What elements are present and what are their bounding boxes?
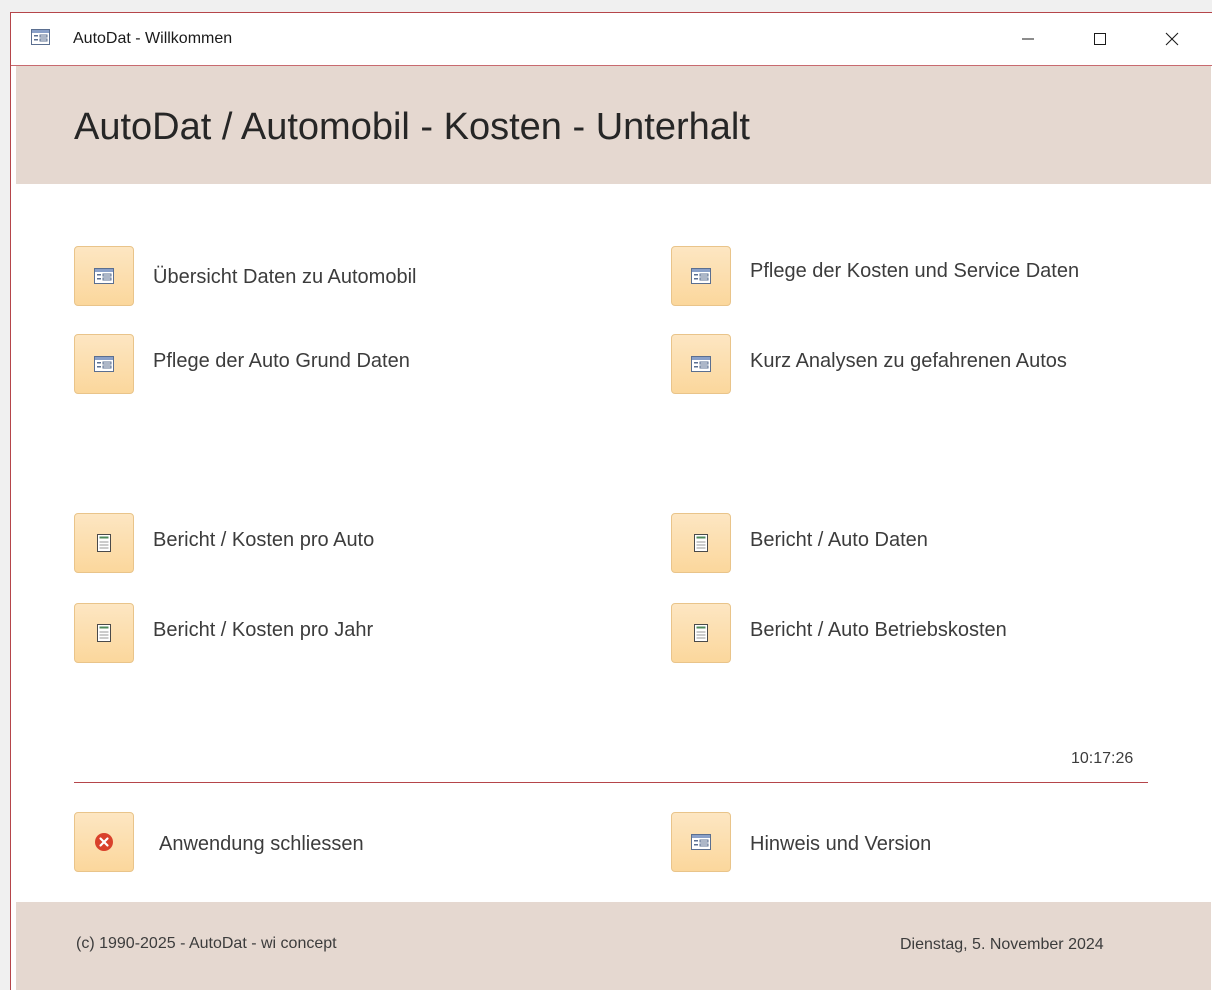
hinweis-label[interactable]: Hinweis und Version (750, 833, 931, 856)
report-icon (694, 534, 708, 552)
bericht-kosten-auto-label[interactable]: Bericht / Kosten pro Auto (153, 529, 374, 552)
header-band: AutoDat / Automobil - Kosten - Unterhalt (16, 66, 1211, 184)
kurz-analysen-button[interactable] (671, 334, 731, 394)
form-icon (691, 268, 711, 284)
close-app-button[interactable] (74, 812, 134, 872)
hinweis-button[interactable] (671, 812, 731, 872)
close-icon (1165, 32, 1179, 46)
bericht-kosten-jahr-button[interactable] (74, 603, 134, 663)
page-title: AutoDat / Automobil - Kosten - Unterhalt (74, 106, 750, 148)
form-icon (31, 29, 50, 45)
maximize-button[interactable] (1077, 19, 1123, 59)
close-circle-icon (95, 833, 113, 851)
form-icon (691, 356, 711, 372)
maximize-icon (1094, 33, 1106, 45)
copyright-text: (c) 1990-2025 - AutoDat - wi concept (76, 935, 337, 952)
report-icon (97, 534, 111, 552)
uebersicht-button[interactable] (74, 246, 134, 306)
footer-band: (c) 1990-2025 - AutoDat - wi concept Die… (16, 902, 1211, 990)
pflege-auto-button[interactable] (74, 334, 134, 394)
minimize-icon (1022, 38, 1034, 40)
form-icon (94, 356, 114, 372)
uebersicht-label[interactable]: Übersicht Daten zu Automobil (153, 266, 416, 289)
kurz-analysen-label[interactable]: Kurz Analysen zu gefahrenen Autos (750, 350, 1067, 373)
bericht-auto-daten-button[interactable] (671, 513, 731, 573)
close-app-label[interactable]: Anwendung schliessen (159, 833, 364, 856)
form-icon (691, 834, 711, 850)
bericht-betriebskosten-label[interactable]: Bericht / Auto Betriebskosten (750, 619, 1007, 642)
form-icon (94, 268, 114, 284)
app-window: AutoDat - Willkommen AutoDat / Automobil… (10, 12, 1212, 990)
minimize-button[interactable] (1005, 19, 1051, 59)
title-bar[interactable]: AutoDat - Willkommen (11, 13, 1212, 66)
report-icon (97, 624, 111, 642)
bericht-betriebskosten-button[interactable] (671, 603, 731, 663)
divider (74, 782, 1148, 783)
bericht-auto-daten-label[interactable]: Bericht / Auto Daten (750, 529, 928, 552)
pflege-kosten-label[interactable]: Pflege der Kosten und Service Daten (750, 260, 1079, 283)
pflege-kosten-button[interactable] (671, 246, 731, 306)
date-text: Dienstag, 5. November 2024 (900, 936, 1104, 953)
window-title: AutoDat - Willkommen (73, 30, 233, 47)
clock-time: 10:17:26 (1071, 750, 1134, 767)
close-window-button[interactable] (1149, 19, 1195, 59)
bericht-kosten-auto-button[interactable] (74, 513, 134, 573)
report-icon (694, 624, 708, 642)
bericht-kosten-jahr-label[interactable]: Bericht / Kosten pro Jahr (153, 619, 373, 642)
pflege-auto-label[interactable]: Pflege der Auto Grund Daten (153, 350, 410, 373)
